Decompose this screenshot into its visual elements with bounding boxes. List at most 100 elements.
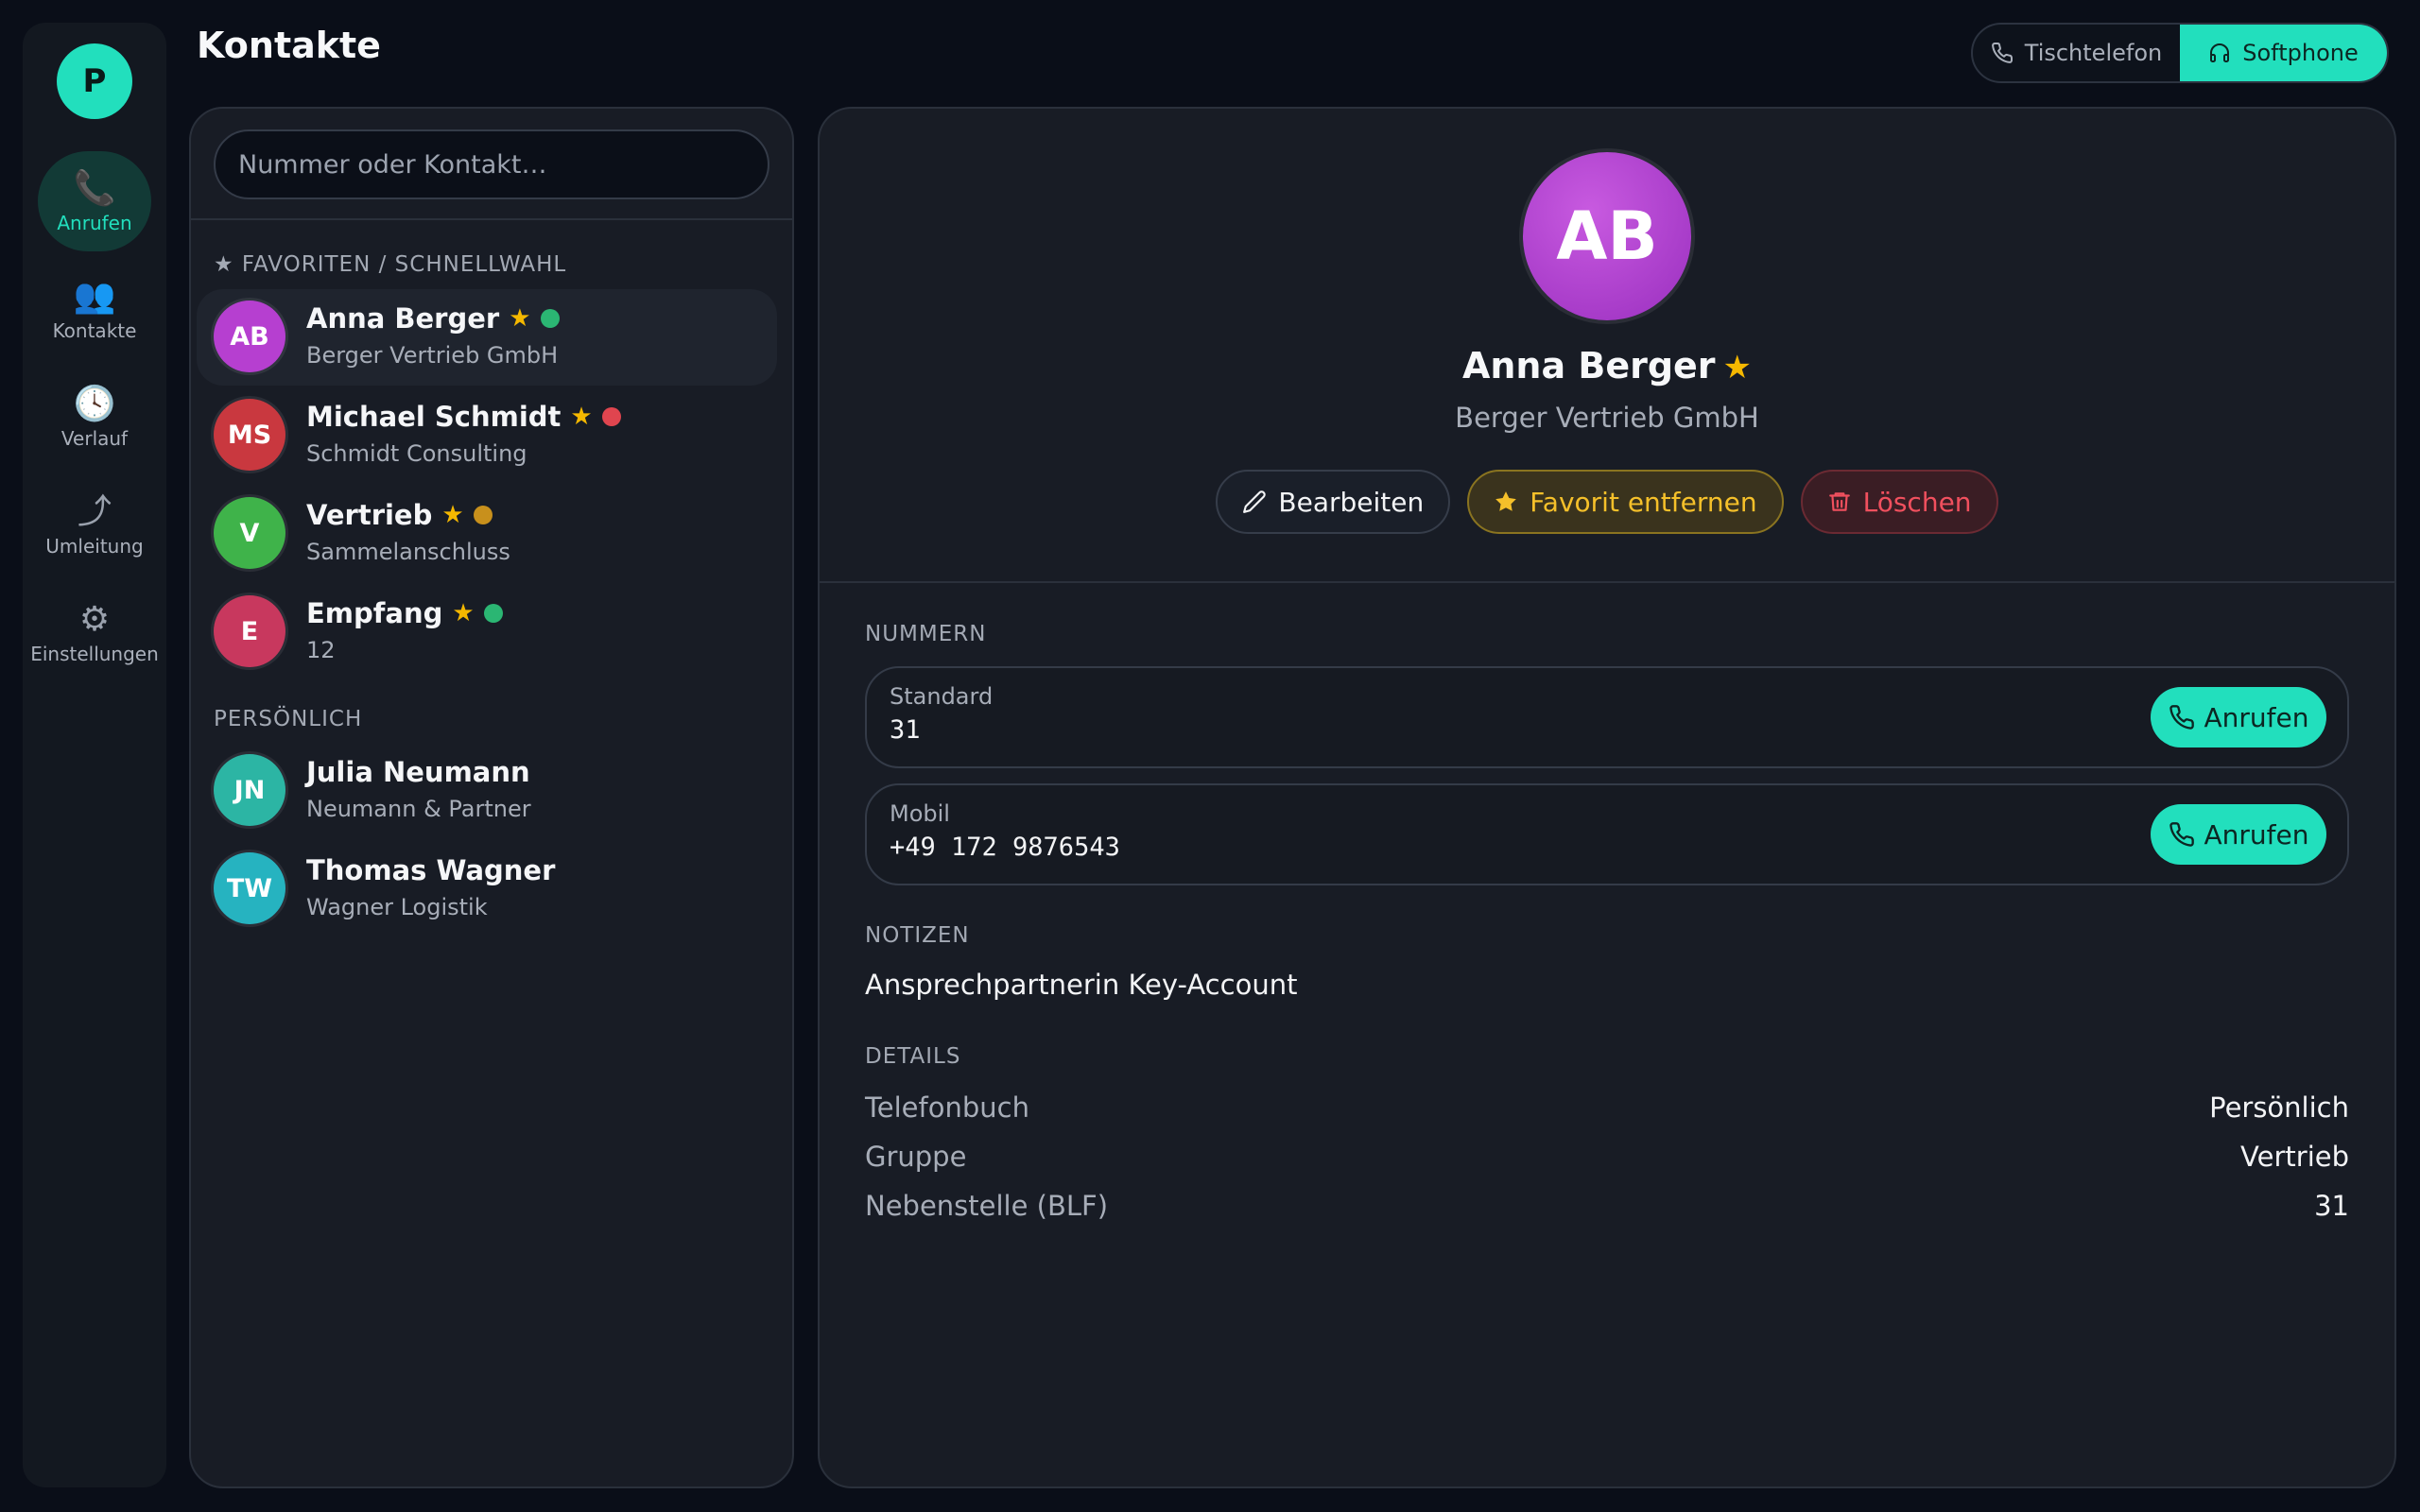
remove-favorite-label: Favorit entfernen [1530,486,1757,518]
star-icon [1495,491,1517,511]
page-title: Kontakte [197,25,381,66]
forward-icon: ⤴ [77,492,112,531]
detail-key: Telefonbuch [865,1091,1029,1124]
detail-value: Vertrieb [2240,1141,2349,1173]
contact-item-anna-berger[interactable]: AB Anna Berger ★ Berger Vertrieb GmbH [191,289,792,386]
contact-extension: 12 [306,637,336,663]
nav-item-kontakte[interactable]: 👥 Kontakte [23,259,166,359]
softphone-button[interactable]: Softphone [2180,25,2387,81]
divider [191,218,792,220]
gear-icon: ⚙ [78,600,111,639]
detail-key: Gruppe [865,1141,967,1173]
detail-row-telefonbuch: Telefonbuch Persönlich [865,1091,2349,1129]
contact-name-row: Michael Schmidt ★ [306,401,621,433]
phone-icon: 📞 [73,169,116,208]
section-favorites-label: ★ FAVORITEN / SCHNELLWAHL [214,252,567,277]
number-label: Standard [890,683,994,710]
phone-icon [1991,42,2013,63]
avatar: MS [214,399,285,471]
contact-company: Schmidt Consulting [306,440,527,467]
presence-dot [540,309,560,328]
contact-name-row: Thomas Wagner [306,854,555,886]
edit-label: Bearbeiten [1278,486,1425,518]
contact-item-julia-neumann[interactable]: JN Julia Neumann Neumann & Partner [191,743,792,839]
nav-label: Anrufen [57,212,132,234]
contact-name-row: Julia Neumann [306,756,530,788]
numbers-section-title: NUMMERN [865,622,987,646]
divider [820,581,2394,583]
contact-name: Vertrieb [306,499,433,531]
contact-name: Anna Berger [306,302,500,335]
number-row-mobil: Mobil +49 172 9876543 Anrufen [865,783,2349,885]
delete-label: Löschen [1862,486,1972,518]
edit-button[interactable]: Bearbeiten [1216,470,1451,534]
notes-text: Ansprechpartnerin Key-Account [865,969,1298,1001]
contact-item-thomas-wagner[interactable]: TW Thomas Wagner Wagner Logistik [191,841,792,937]
nav-item-anrufen[interactable]: 📞 Anrufen [23,151,166,251]
contact-detail-panel: AB Anna Berger ★ Berger Vertrieb GmbH Bea… [818,107,2396,1488]
contact-company: Sammelanschluss [306,539,510,565]
nav-label: Verlauf [60,427,129,450]
contact-item-michael-schmidt[interactable]: MS Michael Schmidt ★ Schmidt Consulting [191,387,792,484]
nav-item-einstellungen[interactable]: ⚙ Einstellungen [23,582,166,682]
nav-item-verlauf[interactable]: 🕓 Verlauf [23,367,166,467]
call-button[interactable]: Anrufen [2151,804,2326,865]
contact-list-panel: ★ FAVORITEN / SCHNELLWAHL AB Anna Berger… [189,107,794,1488]
number-label: Mobil [890,800,950,827]
nav-label: Einstellungen [30,643,159,665]
notes-section-title: NOTIZEN [865,923,970,948]
favorite-star-icon: ★ [1722,349,1753,387]
nav-label: Kontakte [52,319,137,342]
favorite-star-icon: ★ [441,501,464,529]
detail-value: 31 [2314,1190,2349,1222]
detail-name: Anna Berger [1461,345,1716,387]
contacts-icon: 👥 [73,277,116,316]
contact-item-vertrieb[interactable]: V Vertrieb ★ Sammelanschluss [191,486,792,582]
contact-company: Berger Vertrieb GmbH [306,342,559,369]
contact-name: Empfang [306,597,443,629]
clock-icon: 🕓 [73,385,116,423]
contact-name-row: Empfang ★ [306,597,503,629]
trash-icon [1828,492,1850,511]
favorite-star-icon: ★ [570,403,593,431]
detail-company: Berger Vertrieb GmbH [1455,402,1759,434]
favorite-star-icon: ★ [509,304,531,333]
nav-item-umleitung[interactable]: ⤴ Umleitung [23,474,166,575]
phone-icon [2169,705,2194,730]
sidebar: P 📞 Anrufen 👥 Kontakte 🕓 Verlauf ⤴ Umlei… [23,23,166,1487]
favorite-star-icon: ★ [452,599,475,627]
number-row-standard: Standard 31 Anrufen [865,666,2349,768]
delete-button[interactable]: Löschen [1800,470,1998,534]
pencil-icon [1243,490,1267,513]
phone-icon [2169,822,2194,847]
detail-actions: Bearbeiten Favorit entfernen Löschen [820,470,2394,534]
desk-phone-button[interactable]: Tischtelefon [1973,25,2180,81]
remove-favorite-button[interactable]: Favorit entfernen [1467,470,1784,534]
app-logo: P [57,43,132,119]
call-label: Anrufen [2204,701,2309,733]
avatar: TW [214,852,285,924]
detail-name-row: Anna Berger ★ [820,345,2394,387]
nav-label: Umleitung [45,535,144,558]
contact-name-row: Vertrieb ★ [306,499,493,531]
search-input[interactable] [214,129,769,199]
detail-avatar: AB [1523,152,1691,320]
headset-icon [2210,43,2230,62]
presence-dot [473,506,493,524]
presence-dot [601,407,621,426]
presence-dot [483,604,503,623]
number-value: 31 [890,715,921,745]
contact-company: Wagner Logistik [306,894,488,920]
desk-phone-label: Tischtelefon [2024,40,2163,66]
contact-item-empfang[interactable]: E Empfang ★ 12 [191,584,792,680]
detail-row-gruppe: Gruppe Vertrieb [865,1141,2349,1178]
section-personal-label: PERSÖNLICH [214,707,363,731]
call-button[interactable]: Anrufen [2151,687,2326,747]
avatar: E [214,595,285,667]
detail-row-nebenstelle: Nebenstelle (BLF) 31 [865,1190,2349,1228]
softphone-label: Softphone [2242,40,2359,66]
contact-name: Michael Schmidt [306,401,562,433]
detail-value: Persönlich [2209,1091,2349,1124]
phone-mode-switch: Tischtelefon Softphone [1971,23,2389,83]
contact-name: Julia Neumann [306,756,530,788]
